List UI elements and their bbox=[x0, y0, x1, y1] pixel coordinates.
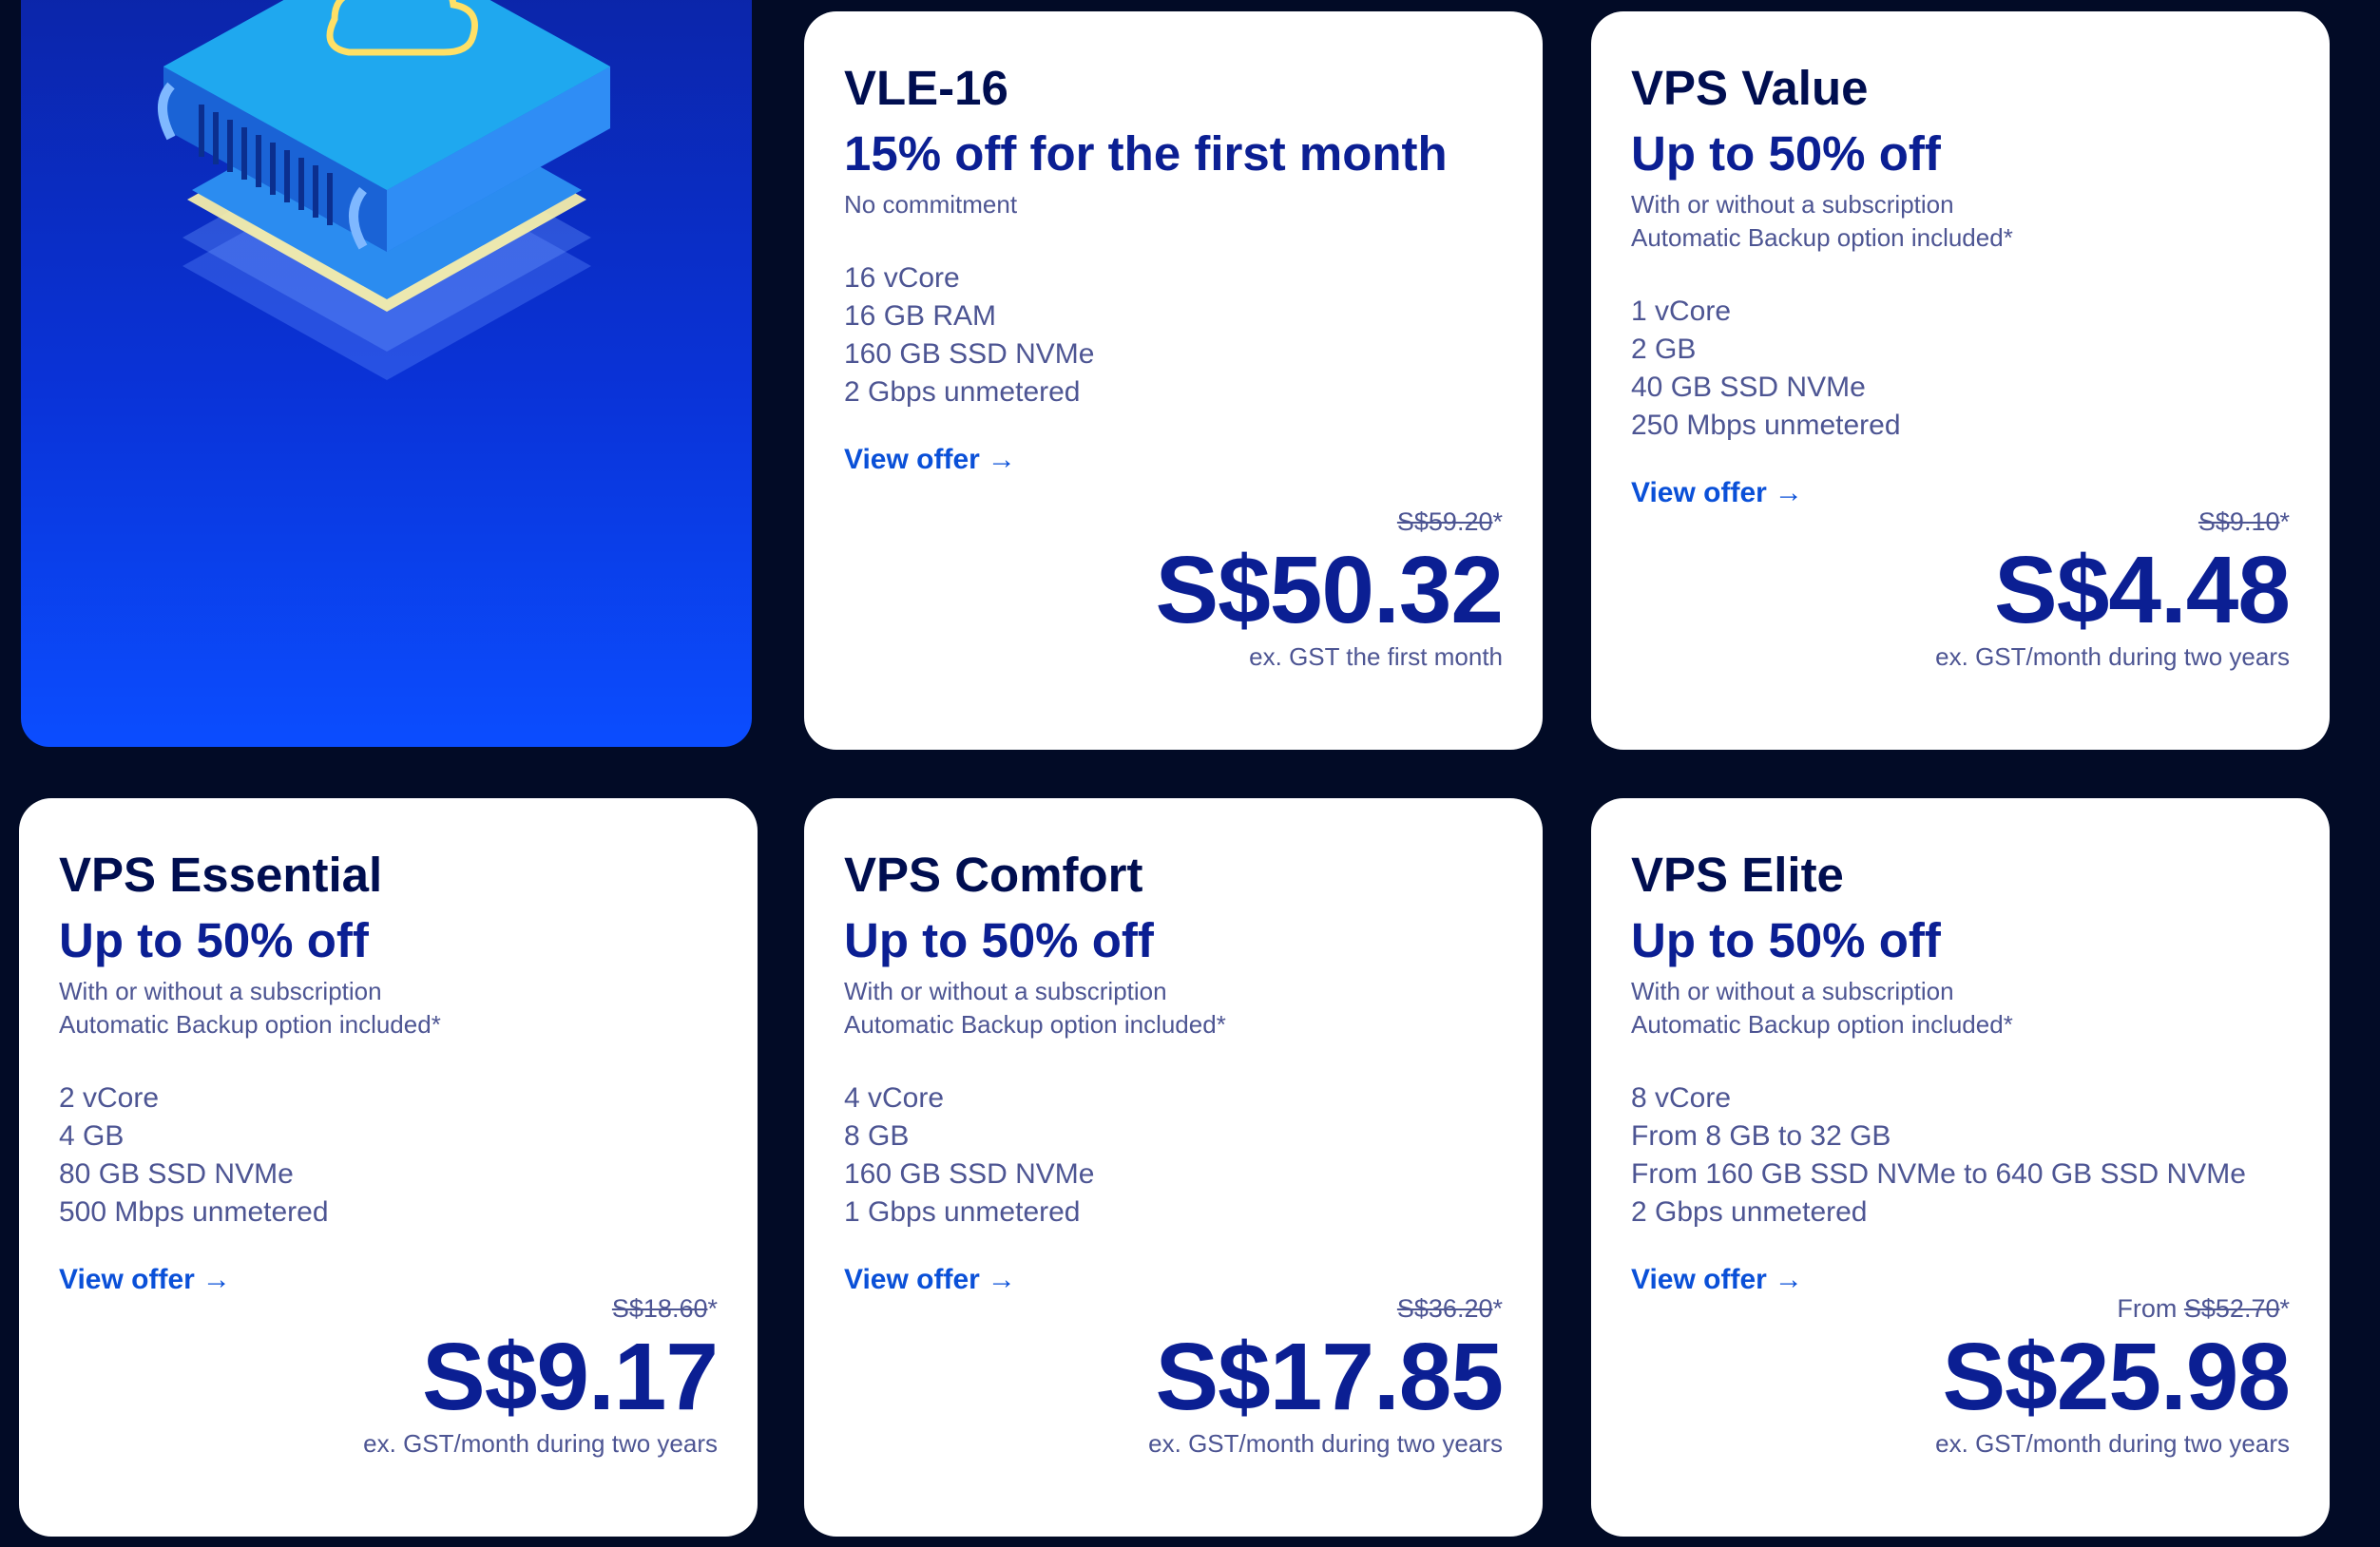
view-offer-label: View offer bbox=[1631, 1264, 1767, 1295]
spec-item: 16 GB RAM bbox=[844, 300, 997, 332]
spec-item: 4 GB bbox=[59, 1120, 125, 1152]
price-note: ex. GST/month during two years bbox=[1935, 1429, 2290, 1458]
price-note: ex. GST/month during two years bbox=[1935, 642, 2290, 671]
spec-item: 8 vCore bbox=[1631, 1082, 1732, 1114]
old-price-line: S$18.60* bbox=[363, 1289, 718, 1327]
spec-item: 2 vCore bbox=[59, 1082, 160, 1114]
spec-item: 160 GB SSD NVMe bbox=[844, 338, 1095, 370]
old-price: S$9.10 bbox=[2198, 507, 2280, 536]
view-offer-label: View offer bbox=[59, 1264, 195, 1295]
current-price: S$9.17 bbox=[422, 1324, 719, 1430]
offer-subtitle: With or without a subscription bbox=[1631, 977, 1954, 1005]
spec-list: 16 vCore 16 GB RAM 160 GB SSD NVMe 2 Gbp… bbox=[844, 259, 1503, 411]
price-block: S$59.20* S$50.32 ex. GST the first month bbox=[1155, 503, 1504, 674]
current-price: S$50.32 bbox=[1155, 537, 1504, 643]
offer-promo: Up to 50% off bbox=[844, 913, 1154, 967]
view-offer-label: View offer bbox=[844, 1264, 980, 1295]
spec-item: 80 GB SSD NVMe bbox=[59, 1158, 294, 1190]
view-offer-label: View offer bbox=[844, 444, 980, 475]
spec-item: 16 vCore bbox=[844, 262, 960, 294]
offer-subtitle: No commitment bbox=[844, 190, 1018, 219]
old-price: S$59.20 bbox=[1396, 507, 1493, 536]
offer-name: VPS Value bbox=[1631, 61, 1869, 115]
offer-subtitle: Automatic Backup option included* bbox=[1631, 223, 2013, 252]
offer-card: VPS Essential Up to 50% off With or with… bbox=[19, 798, 758, 1537]
old-price-line: S$36.20* bbox=[1148, 1289, 1503, 1327]
price-note: ex. GST/month during two years bbox=[363, 1429, 718, 1458]
view-offer-link[interactable]: View offer → bbox=[844, 444, 1016, 476]
offer-promo: 15% off for the first month bbox=[844, 126, 1448, 181]
price-note: ex. GST/month during two years bbox=[1148, 1429, 1503, 1458]
old-price: S$36.20 bbox=[1396, 1294, 1493, 1323]
current-price: S$4.48 bbox=[1994, 537, 2291, 643]
offer-subtitle: With or without a subscription bbox=[844, 977, 1167, 1005]
spec-item: 2 Gbps unmetered bbox=[844, 376, 1081, 408]
asterisk: * bbox=[1492, 507, 1503, 536]
view-offer-link[interactable]: View offer → bbox=[59, 1264, 231, 1296]
current-price: S$25.98 bbox=[1942, 1324, 2291, 1430]
offer-promo: Up to 50% off bbox=[1631, 913, 1941, 967]
spec-item: 2 GB bbox=[1631, 334, 1697, 365]
offer-card: VLE-16 15% off for the first month No co… bbox=[804, 11, 1543, 750]
asterisk: * bbox=[707, 1294, 718, 1323]
offer-subtitle: With or without a subscription bbox=[1631, 190, 1954, 219]
view-offer-link[interactable]: View offer → bbox=[1631, 477, 1803, 509]
from-label: From bbox=[2117, 1294, 2178, 1323]
view-offer-link[interactable]: View offer → bbox=[844, 1264, 1016, 1296]
offer-name: VLE-16 bbox=[844, 61, 1008, 115]
spec-item: From 160 GB SSD NVMe to 640 GB SSD NVMe bbox=[1631, 1158, 2246, 1190]
price-block: S$18.60* S$9.17 ex. GST/month during two… bbox=[363, 1289, 719, 1461]
offers-page: VLE-16 15% off for the first month No co… bbox=[0, 0, 2380, 1547]
offer-subtitle: Automatic Backup option included* bbox=[1631, 1010, 2013, 1039]
spec-item: 500 Mbps unmetered bbox=[59, 1196, 329, 1228]
old-price-line: S$59.20* bbox=[1155, 503, 1503, 541]
price-block: S$9.10* S$4.48 ex. GST/month during two … bbox=[1935, 503, 2291, 674]
asterisk: * bbox=[1492, 1294, 1503, 1323]
spec-item: 1 vCore bbox=[1631, 296, 1732, 327]
view-offer-label: View offer bbox=[1631, 477, 1767, 508]
arrow-right-icon: → bbox=[1774, 1264, 1803, 1295]
spec-item: From 8 GB to 32 GB bbox=[1631, 1120, 1891, 1152]
offer-subtitle: Automatic Backup option included* bbox=[844, 1010, 1226, 1039]
current-price: S$17.85 bbox=[1155, 1324, 1504, 1430]
asterisk: * bbox=[2279, 1294, 2290, 1323]
spec-item: 1 Gbps unmetered bbox=[844, 1196, 1081, 1228]
spec-list: 2 vCore 4 GB 80 GB SSD NVMe 500 Mbps unm… bbox=[59, 1079, 718, 1232]
spec-list: 8 vCore From 8 GB to 32 GB From 160 GB S… bbox=[1631, 1079, 2290, 1232]
spec-item: 250 Mbps unmetered bbox=[1631, 410, 1901, 441]
spec-item: 160 GB SSD NVMe bbox=[844, 1158, 1095, 1190]
price-note: ex. GST the first month bbox=[1249, 642, 1503, 671]
arrow-right-icon: → bbox=[987, 444, 1016, 475]
price-block: S$36.20* S$17.85 ex. GST/month during tw… bbox=[1148, 1289, 1504, 1461]
view-offer-link[interactable]: View offer → bbox=[1631, 1264, 1803, 1296]
offer-subtitle: Automatic Backup option included* bbox=[59, 1010, 441, 1039]
arrow-right-icon: → bbox=[202, 1264, 231, 1295]
spec-item: 4 vCore bbox=[844, 1082, 945, 1114]
arrow-right-icon: → bbox=[987, 1264, 1016, 1295]
offer-card: VPS Value Up to 50% off With or without … bbox=[1591, 11, 2330, 750]
offer-name: VPS Elite bbox=[1631, 848, 1844, 902]
old-price: S$18.60 bbox=[611, 1294, 708, 1323]
offer-name: VPS Essential bbox=[59, 848, 383, 902]
offer-promo: Up to 50% off bbox=[59, 913, 369, 967]
old-price-line: S$9.10* bbox=[1935, 503, 2290, 541]
spec-item: 8 GB bbox=[844, 1120, 910, 1152]
old-price-line: From S$52.70* bbox=[1935, 1289, 2290, 1327]
old-price: S$52.70 bbox=[2183, 1294, 2280, 1323]
asterisk: * bbox=[2279, 507, 2290, 536]
price-block: From S$52.70* S$25.98 ex. GST/month duri… bbox=[1935, 1289, 2291, 1461]
spec-list: 4 vCore 8 GB 160 GB SSD NVMe 1 Gbps unme… bbox=[844, 1079, 1503, 1232]
spec-item: 40 GB SSD NVMe bbox=[1631, 372, 1866, 403]
cloud-server-icon bbox=[158, 0, 610, 380]
spec-list: 1 vCore 2 GB 40 GB SSD NVMe 250 Mbps unm… bbox=[1631, 293, 2290, 445]
spec-item: 2 Gbps unmetered bbox=[1631, 1196, 1868, 1228]
offer-subtitle: With or without a subscription bbox=[59, 977, 382, 1005]
offer-name: VPS Comfort bbox=[844, 848, 1143, 902]
offer-card: VPS Elite Up to 50% off With or without … bbox=[1591, 798, 2330, 1537]
hero-panel bbox=[21, 0, 752, 747]
offer-card: VPS Comfort Up to 50% off With or withou… bbox=[804, 798, 1543, 1537]
offer-promo: Up to 50% off bbox=[1631, 126, 1941, 181]
arrow-right-icon: → bbox=[1774, 477, 1803, 508]
